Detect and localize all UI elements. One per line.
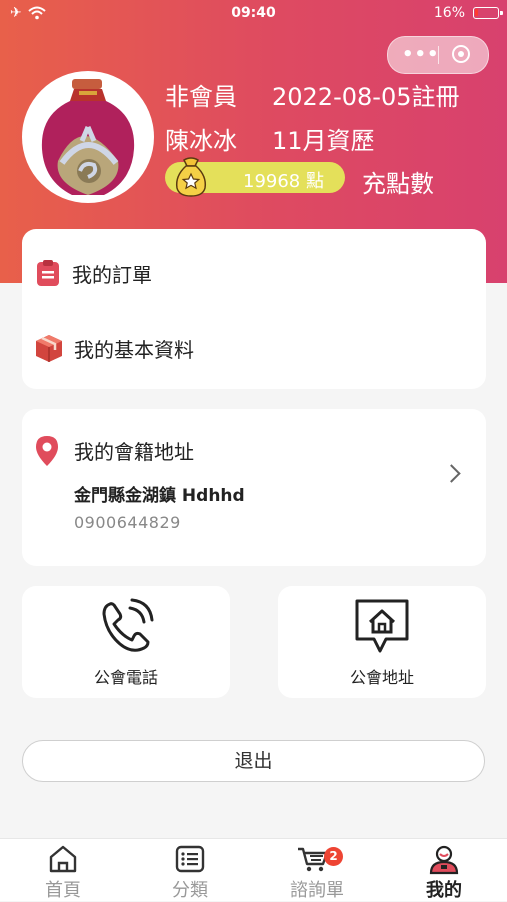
tab-label: 首頁	[45, 880, 81, 901]
bottom-tab-bar: 首頁 分類 2 諮詢單 我的	[0, 838, 507, 901]
guild-phone-label: 公會電話	[93, 668, 158, 687]
user-name: 陳冰冰	[165, 127, 237, 155]
logout-button[interactable]: 退出	[22, 740, 485, 782]
battery-percent: 16%	[433, 5, 465, 21]
avatar[interactable]	[22, 71, 154, 203]
home-icon	[49, 845, 77, 873]
chevron-right-icon	[442, 464, 461, 483]
menu-item-label: 我的訂單	[72, 262, 152, 287]
seniority: 11月資歷	[272, 127, 375, 155]
status-time: 09:40	[231, 5, 276, 21]
tab-home[interactable]: 首頁	[0, 839, 126, 901]
tab-category[interactable]: 分類	[127, 839, 253, 901]
guild-phone-tile[interactable]: 公會電話	[22, 586, 230, 698]
tab-mine[interactable]: 我的	[381, 839, 507, 901]
menu-card: 我的訂單 我的基本資料	[22, 229, 486, 389]
clipboard-icon	[37, 260, 59, 286]
points-value: 19968 點	[243, 171, 324, 192]
menu-item-basic-info[interactable]: 我的基本資料	[34, 328, 194, 368]
more-icon[interactable]: •••	[402, 44, 440, 65]
tab-label: 諮詢單	[290, 880, 344, 901]
list-icon	[175, 845, 205, 873]
money-bag-icon	[175, 157, 207, 197]
close-target-icon[interactable]	[452, 45, 470, 63]
battery-fill	[475, 9, 479, 16]
recharge-button[interactable]: 充點數	[362, 164, 434, 199]
vase-logo-icon	[41, 79, 135, 195]
home-chat-icon	[355, 599, 409, 653]
address-phone: 0900644829	[74, 513, 181, 532]
status-bar: ✈ 09:40 16%	[0, 0, 507, 28]
tab-label: 我的	[426, 880, 462, 901]
member-type: 非會員	[165, 83, 237, 111]
miniprogram-capsule: •••	[387, 36, 489, 74]
tab-label: 分類	[172, 880, 208, 901]
battery-icon	[473, 7, 503, 19]
menu-item-orders[interactable]: 我的訂單	[34, 253, 152, 293]
guild-address-label: 公會地址	[349, 668, 414, 687]
address-line: 金門縣金湖鎮 Hdhhd	[74, 486, 245, 506]
inquiry-count-badge: 2	[324, 847, 343, 866]
register-date: 2022-08-05註冊	[272, 83, 460, 111]
menu-item-label: 我的基本資料	[74, 337, 194, 362]
package-box-icon	[36, 335, 62, 362]
user-profile-icon	[429, 845, 459, 875]
guild-address-tile[interactable]: 公會地址	[278, 586, 486, 698]
location-pin-icon	[36, 436, 58, 466]
address-card[interactable]: 我的會籍地址 金門縣金湖鎮 Hdhhd 0900644829	[22, 409, 486, 566]
capsule-divider	[438, 46, 439, 64]
phone-icon	[102, 598, 154, 652]
points-pill[interactable]: 19968 點	[165, 157, 345, 197]
tab-inquiry[interactable]: 2 諮詢單	[254, 839, 380, 901]
address-title: 我的會籍地址	[74, 440, 194, 464]
